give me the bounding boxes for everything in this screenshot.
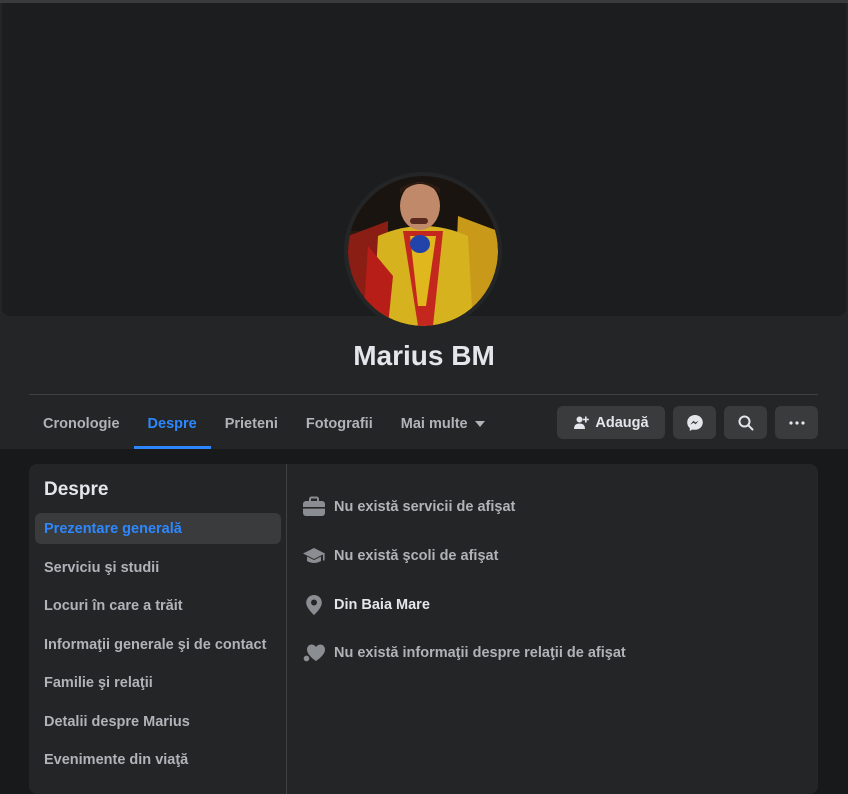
tab-label: Prieteni — [224, 415, 278, 432]
overview-text: Nu există informaţii despre relaţii de a… — [334, 645, 626, 661]
menu-label: Locuri în care a trăit — [44, 597, 183, 614]
messenger-icon — [686, 414, 703, 431]
tab-label: Fotografii — [305, 415, 373, 432]
add-person-icon — [574, 416, 590, 429]
heart-icon — [301, 641, 327, 665]
messenger-button[interactable] — [673, 406, 716, 439]
briefcase-icon — [301, 495, 327, 519]
menu-label: Detalii despre Marius — [44, 713, 190, 730]
menu-label: Informaţii generale şi de contact — [44, 636, 267, 653]
tab-label: Despre — [147, 415, 197, 432]
menu-label: Evenimente din viaţă — [44, 751, 189, 768]
about-title: Despre — [44, 479, 109, 500]
search-button[interactable] — [724, 406, 767, 439]
header-divider — [29, 394, 818, 395]
tab-label: Cronologie — [43, 415, 120, 432]
overview-education: Nu există şcoli de afişat — [301, 544, 498, 568]
overview-work: Nu există servicii de afişat — [301, 495, 515, 519]
about-menu-life-events[interactable]: Evenimente din viaţă — [35, 744, 281, 775]
overview-relationship: Nu există informaţii despre relaţii de a… — [301, 641, 626, 665]
about-sidebar: Despre Prezentare generală Serviciu şi s… — [29, 464, 287, 794]
about-card: Despre Prezentare generală Serviciu şi s… — [29, 464, 818, 794]
about-menu-overview[interactable]: Prezentare generală — [35, 513, 281, 544]
tab-friends[interactable]: Prieteni — [211, 398, 292, 449]
tab-photos[interactable]: Fotografii — [292, 398, 387, 449]
add-friend-label: Adaugă — [595, 414, 649, 431]
overview-text: Nu există servicii de afişat — [334, 499, 516, 515]
profile-avatar[interactable] — [344, 172, 502, 330]
menu-label: Prezentare generală — [44, 520, 182, 537]
caret-down-icon — [474, 420, 485, 427]
more-options-button[interactable] — [775, 406, 818, 439]
add-friend-button[interactable]: Adaugă — [557, 406, 665, 439]
menu-label: Serviciu şi studii — [44, 559, 160, 576]
overview-text: Din Baia Mare — [334, 597, 430, 613]
tab-label: Mai multe — [400, 415, 468, 432]
menu-label: Familie şi relaţii — [44, 674, 153, 691]
about-menu-places-lived[interactable]: Locuri în care a trăit — [35, 590, 281, 621]
avatar-photo — [348, 176, 498, 326]
about-menu-work-education[interactable]: Serviciu şi studii — [35, 552, 281, 583]
tab-about[interactable]: Despre — [133, 398, 211, 449]
tab-timeline[interactable]: Cronologie — [29, 398, 134, 449]
more-dots-icon — [788, 420, 805, 425]
profile-name: Marius BM — [353, 340, 495, 371]
about-menu-family-relationships[interactable]: Familie şi relaţii — [35, 667, 281, 698]
profile-tabs: Cronologie Despre Prieteni Fotografii Ma… — [29, 398, 499, 449]
overview-location: Din Baia Mare — [301, 593, 430, 617]
overview-text: Nu există şcoli de afişat — [334, 548, 499, 564]
about-menu-details[interactable]: Detalii despre Marius — [35, 706, 281, 737]
tab-more[interactable]: Mai multe — [387, 398, 499, 449]
profile-actions: Adaugă — [557, 406, 818, 439]
location-pin-icon — [301, 593, 327, 617]
graduation-cap-icon — [301, 544, 327, 568]
about-menu-contact-info[interactable]: Informaţii generale şi de contact — [35, 629, 281, 660]
search-icon — [738, 415, 753, 430]
